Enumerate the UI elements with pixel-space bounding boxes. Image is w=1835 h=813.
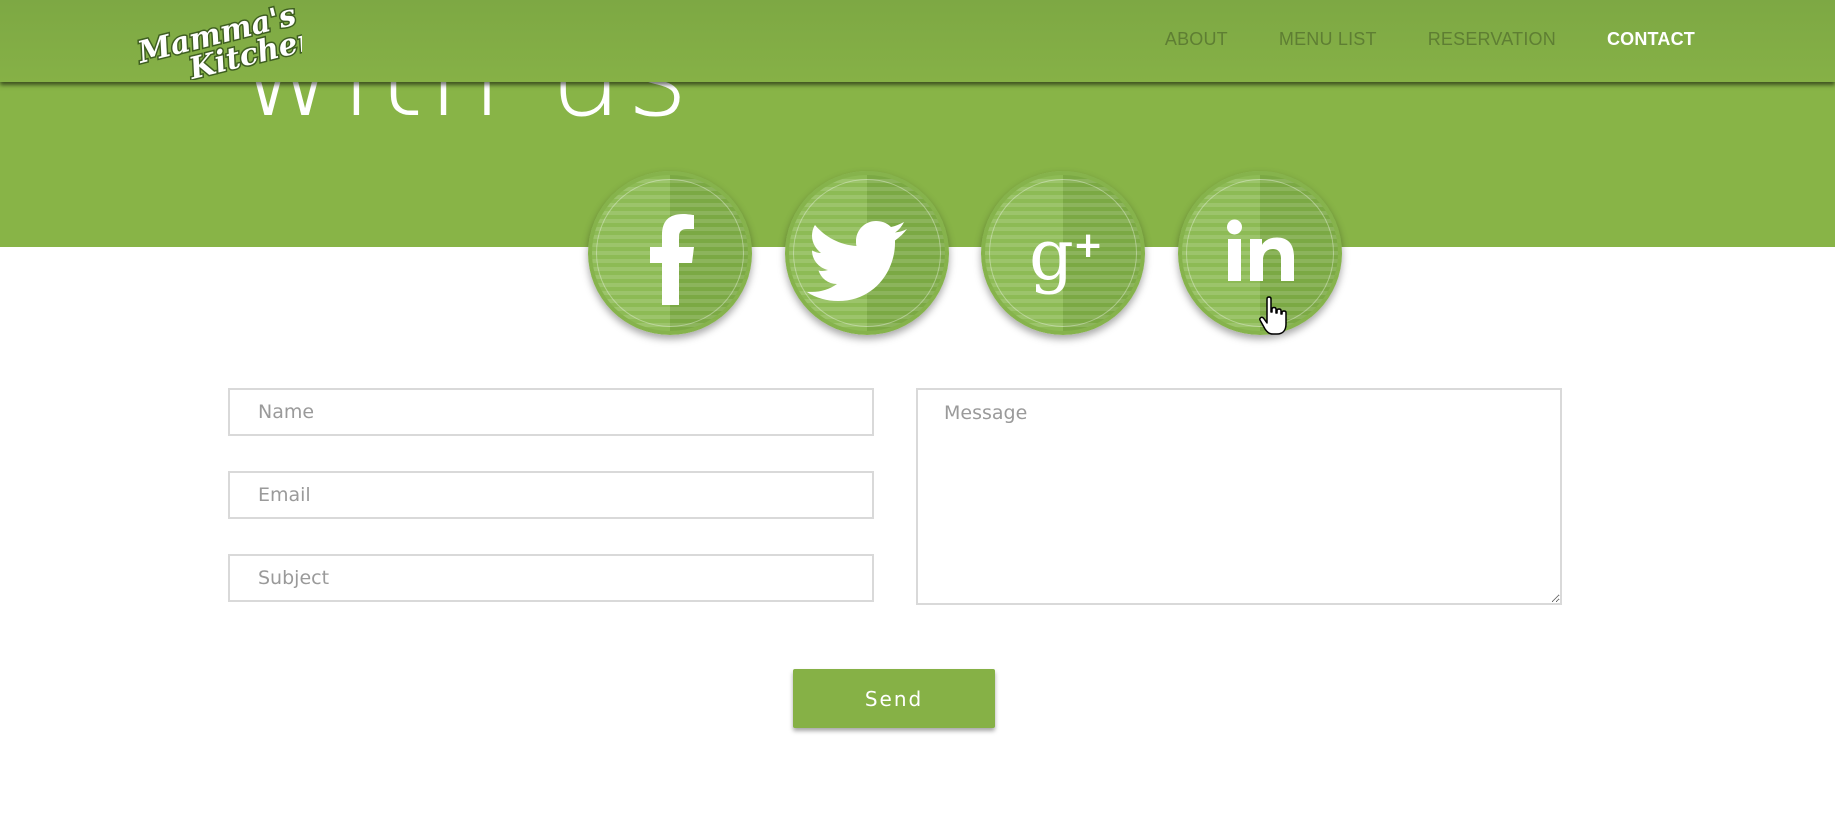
social-links: g +: [0, 171, 1835, 341]
site-header: Mamma's Kitchen ABOUT MENU LIST RESERVAT…: [0, 0, 1835, 82]
logo-mark: Mamma's Kitchen: [132, 2, 302, 80]
hand-cursor-icon: [1259, 296, 1287, 335]
subject-input[interactable]: [228, 554, 874, 602]
send-button[interactable]: Send: [793, 669, 995, 728]
message-textarea[interactable]: [916, 388, 1562, 605]
nav-about[interactable]: ABOUT: [1165, 29, 1228, 50]
facebook-button[interactable]: [588, 171, 752, 335]
contact-page: with us Mamma's Kitchen ABOUT MENU LIST …: [0, 0, 1835, 813]
nav-reservation[interactable]: RESERVATION: [1428, 29, 1556, 50]
svg-text:+: +: [1073, 225, 1103, 266]
google-plus-icon: g +: [1029, 214, 1103, 296]
twitter-button[interactable]: [785, 171, 949, 335]
svg-text:g: g: [1029, 214, 1074, 296]
google-plus-button[interactable]: g +: [981, 171, 1145, 335]
nav-menu-list[interactable]: MENU LIST: [1279, 29, 1377, 50]
site-logo[interactable]: Mamma's Kitchen: [132, 2, 302, 80]
main-nav: ABOUT MENU LIST RESERVATION CONTACT: [1165, 0, 1695, 78]
email-input[interactable]: [228, 471, 874, 519]
facebook-icon: [650, 214, 694, 305]
twitter-icon: [807, 221, 907, 301]
nav-contact[interactable]: CONTACT: [1607, 29, 1695, 50]
name-input[interactable]: [228, 388, 874, 436]
